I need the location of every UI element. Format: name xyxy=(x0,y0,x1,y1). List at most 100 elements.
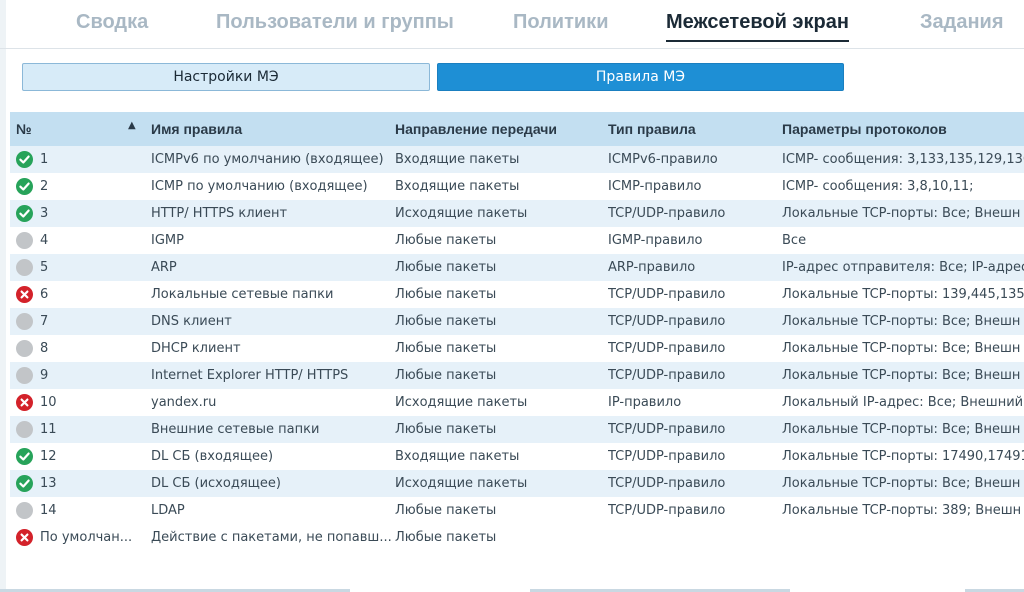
blocked-x-icon xyxy=(16,286,33,303)
table-row[interactable]: 13 DL СБ (исходящее) Исходящие пакеты TCP/U… xyxy=(10,470,1024,497)
cell-name: LDAP xyxy=(151,503,185,518)
cell-name: yandex.ru xyxy=(151,395,217,410)
table-row[interactable]: 11 Внешние сетевые папки Любые пакеты TCP/U… xyxy=(10,416,1024,443)
cell-direction: Любые пакеты xyxy=(395,530,497,545)
check-circle-icon xyxy=(16,178,33,195)
tab-users-groups[interactable]: Пользователи и группы xyxy=(216,11,454,34)
cell-params: Локальный IP-адрес: Все; Внешний xyxy=(782,395,1024,410)
cell-direction: Любые пакеты xyxy=(395,503,497,518)
cell-params: Локальные TCP-порты: Все; Внешн xyxy=(782,206,1021,221)
cell-type: TCP/UDP-правило xyxy=(608,314,726,329)
gray-circle-icon xyxy=(16,367,33,384)
main-tabs: Сводка Пользователи и группы Политики Ме… xyxy=(0,0,1024,49)
cell-type: TCP/UDP-правило xyxy=(608,503,726,518)
cell-type: ICMPv6-правило xyxy=(608,152,718,167)
table-row[interactable]: 8 DHCP клиент Любые пакеты TCP/UDP-правило Л… xyxy=(10,335,1024,362)
cell-direction: Любые пакеты xyxy=(395,233,497,248)
cell-num: 1 xyxy=(40,152,49,167)
cell-params: Локальные TCP-порты: 139,445,135; xyxy=(782,287,1024,302)
tab-tasks[interactable]: Задания xyxy=(920,11,1004,34)
cell-direction: Любые пакеты xyxy=(395,260,497,275)
cell-params: Локальные TCP-порты: Все; Внешн xyxy=(782,476,1021,491)
cell-params: ICMP- сообщения: 3,133,135,129,136 xyxy=(782,152,1024,167)
blocked-x-icon xyxy=(16,394,33,411)
table-body: 1 ICMPv6 по умолчанию (входящее) Входящие … xyxy=(10,146,1024,551)
cell-num: 11 xyxy=(40,422,57,437)
cell-direction: Исходящие пакеты xyxy=(395,206,528,221)
cell-num: 13 xyxy=(40,476,57,491)
cell-params: Локальные TCP-порты: Все; Внешн xyxy=(782,314,1021,329)
cell-params: Локальные TCP-порты: Все; Внешн xyxy=(782,422,1021,437)
cell-direction: Любые пакеты xyxy=(395,368,497,383)
cell-type: TCP/UDP-правило xyxy=(608,422,726,437)
cell-type: TCP/UDP-правило xyxy=(608,368,726,383)
cell-direction: Любые пакеты xyxy=(395,422,497,437)
cell-name: IGMP xyxy=(151,233,184,248)
cell-num: 12 xyxy=(40,449,57,464)
cell-direction: Исходящие пакеты xyxy=(395,476,528,491)
cell-num: 9 xyxy=(40,368,49,383)
gray-circle-icon xyxy=(16,340,33,357)
check-circle-icon xyxy=(16,475,33,492)
cell-direction: Входящие пакеты xyxy=(395,449,520,464)
table-row[interactable]: 6 Локальные сетевые папки Любые пакеты TCP/… xyxy=(10,281,1024,308)
check-circle-icon xyxy=(16,151,33,168)
cell-type: TCP/UDP-правило xyxy=(608,341,726,356)
table-row[interactable]: 1 ICMPv6 по умолчанию (входящее) Входящие … xyxy=(10,146,1024,173)
tab-policies[interactable]: Политики xyxy=(513,11,609,34)
table-row[interactable]: 12 DL СБ (входящее) Входящие пакеты TCP/UDP… xyxy=(10,443,1024,470)
table-row[interactable]: 7 DNS клиент Любые пакеты TCP/UDP-правило Ло… xyxy=(10,308,1024,335)
sort-ascending-icon[interactable]: ▲ xyxy=(128,120,136,131)
cell-num: 10 xyxy=(40,395,57,410)
cell-num: 7 xyxy=(40,314,49,329)
cell-params: Локальные TCP-порты: 389; Внешн xyxy=(782,503,1022,518)
table-row[interactable]: 9 Internet Explorer HTTP/ HTTPS Любые паке… xyxy=(10,362,1024,389)
firewall-settings-button[interactable]: Настройки МЭ xyxy=(22,63,430,91)
cell-type: IGMP-правило xyxy=(608,233,703,248)
cell-type: TCP/UDP-правило xyxy=(608,476,726,491)
cell-direction: Входящие пакеты xyxy=(395,179,520,194)
column-header-num[interactable]: № xyxy=(16,112,32,146)
column-header-direction[interactable]: Направление передачи xyxy=(395,112,557,146)
cell-type: ARP-правило xyxy=(608,260,696,275)
cell-name: DL СБ (входящее) xyxy=(151,449,274,464)
table-row[interactable]: 10 yandex.ru Исходящие пакеты IP-правило Лок… xyxy=(10,389,1024,416)
cell-name: DL СБ (исходящее) xyxy=(151,476,281,491)
cell-num: 3 xyxy=(40,206,49,221)
table-row[interactable]: 14 LDAP Любые пакеты TCP/UDP-правило Локальн… xyxy=(10,497,1024,524)
cell-num: 2 xyxy=(40,179,49,194)
table-row[interactable]: 5 ARP Любые пакеты ARP-правило IP-адрес отпр… xyxy=(10,254,1024,281)
table-row[interactable]: 4 IGMP Любые пакеты IGMP-правило Все xyxy=(10,227,1024,254)
cell-name: DHCP клиент xyxy=(151,341,241,356)
cell-type: IP-правило xyxy=(608,395,682,410)
rules-table: № ▲ Имя правила Направление передачи Тип… xyxy=(10,112,1024,551)
firewall-rules-button[interactable]: Правила МЭ xyxy=(437,63,844,91)
cell-num: 4 xyxy=(40,233,49,248)
cell-type: TCP/UDP-правило xyxy=(608,449,726,464)
cell-type: TCP/UDP-правило xyxy=(608,206,726,221)
tab-summary[interactable]: Сводка xyxy=(76,11,148,34)
cell-num: 14 xyxy=(40,503,57,518)
gray-circle-icon xyxy=(16,259,33,276)
firewall-rules-window: Сводка Пользователи и группы Политики Ме… xyxy=(0,0,1024,592)
table-row[interactable]: 3 HTTP/ HTTPS клиент Исходящие пакеты TCP/U… xyxy=(10,200,1024,227)
tab-firewall[interactable]: Межсетевой экран xyxy=(666,11,849,42)
cell-direction: Любые пакеты xyxy=(395,314,497,329)
cell-name: Внешние сетевые папки xyxy=(151,422,320,437)
cell-type: ICMP-правило xyxy=(608,179,702,194)
cell-name: Локальные сетевые папки xyxy=(151,287,334,302)
cell-name: ICMP по умолчанию (входящее) xyxy=(151,179,368,194)
column-header-type[interactable]: Тип правила xyxy=(608,112,696,146)
table-row[interactable]: По умолчан... Действие с пакетами, не поп… xyxy=(10,524,1024,551)
gray-circle-icon xyxy=(16,421,33,438)
gray-circle-icon xyxy=(16,502,33,519)
column-header-params[interactable]: Параметры протоколов xyxy=(782,112,947,146)
cell-name: ARP xyxy=(151,260,177,275)
cell-direction: Любые пакеты xyxy=(395,341,497,356)
table-row[interactable]: 2 ICMP по умолчанию (входящее) Входящие па… xyxy=(10,173,1024,200)
table-header: № ▲ Имя правила Направление передачи Тип… xyxy=(10,112,1024,146)
cell-params: IP-адрес отправителя: Все; IP-адрес xyxy=(782,260,1024,275)
cell-type: TCP/UDP-правило xyxy=(608,287,726,302)
column-header-name[interactable]: Имя правила xyxy=(151,112,242,146)
cell-name: Internet Explorer HTTP/ HTTPS xyxy=(151,368,349,383)
